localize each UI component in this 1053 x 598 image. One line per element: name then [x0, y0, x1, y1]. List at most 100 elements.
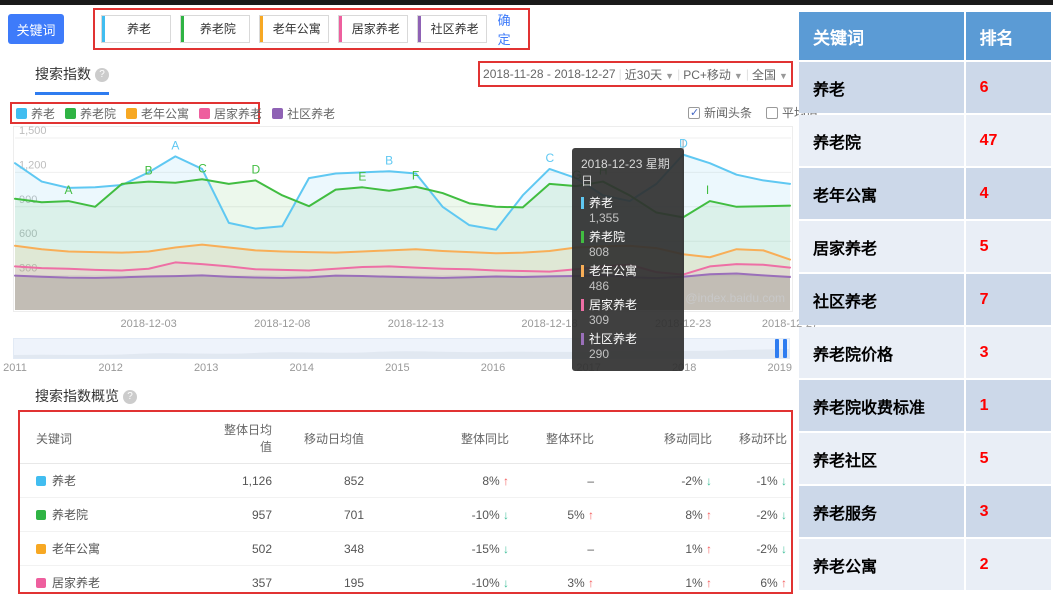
- arrow-down-icon: ↓: [778, 474, 787, 488]
- legend-item[interactable]: 社区养老: [272, 105, 335, 122]
- metric-cell: 5% ↑: [513, 498, 598, 532]
- tooltip-color-bar: [581, 299, 584, 311]
- legend-item[interactable]: 老年公寓: [126, 105, 189, 122]
- svg-text:E: E: [358, 169, 366, 183]
- date-range[interactable]: 2018-11-28 - 2018-12-27: [483, 67, 616, 81]
- checkbox-unchecked-icon[interactable]: [766, 107, 778, 119]
- arrow-down-icon: ↓: [500, 508, 509, 522]
- keyword-input-value: 老年公寓: [273, 22, 321, 36]
- keyword-color-bar: [260, 16, 263, 42]
- keyword-input[interactable]: 养老院: [180, 15, 250, 43]
- rank-keyword: 老年公寓: [799, 168, 964, 219]
- tab-search-index[interactable]: 搜索指数?: [35, 64, 109, 95]
- overview-table: 关键词整体日均值移动日均值整体同比整体环比移动同比移动环比 养老1,126852…: [20, 412, 791, 598]
- checkbox-checked-icon[interactable]: [688, 107, 700, 119]
- checkbox-label: 新闻头条: [704, 104, 752, 121]
- keyword-input-value: 养老院: [200, 22, 236, 36]
- svg-text:F: F: [412, 169, 419, 183]
- metric-cell: -1% ↓: [716, 464, 791, 498]
- legend-label: 社区养老: [287, 105, 335, 122]
- svg-text:C: C: [198, 161, 207, 175]
- column-header: 整体环比: [513, 412, 598, 464]
- device-select[interactable]: PC+移动▼: [683, 66, 743, 83]
- row-color-swatch: [36, 578, 46, 588]
- table-row[interactable]: 养老院957701-10% ↓5% ↑8% ↑-2% ↓: [20, 498, 791, 532]
- tooltip-name-text: 社区养老: [589, 330, 637, 347]
- arrow-up-icon: ↑: [500, 474, 509, 488]
- legend-item[interactable]: 居家养老: [199, 105, 262, 122]
- arrow-down-icon: ↓: [500, 576, 509, 590]
- period-select[interactable]: 近30天▼: [625, 66, 674, 83]
- column-header: 关键词: [20, 412, 210, 464]
- table-row[interactable]: 养老1,1268528% ↑–-2% ↓-1% ↓: [20, 464, 791, 498]
- keyword-button[interactable]: 关键词: [8, 14, 64, 44]
- column-header: 移动同比: [598, 412, 716, 464]
- metric-cell: –: [513, 532, 598, 566]
- chevron-down-icon: ▼: [779, 71, 788, 81]
- metric-cell: -2% ↓: [598, 464, 716, 498]
- svg-text:1,500: 1,500: [19, 126, 47, 137]
- tooltip-date: 2018-12-23 星期日: [581, 155, 675, 189]
- help-icon[interactable]: ?: [95, 68, 109, 82]
- rank-row: 养老6: [799, 62, 1051, 113]
- tooltip-item: 社区养老290: [581, 330, 675, 361]
- rank-value: 47: [966, 115, 1051, 166]
- table-row[interactable]: 居家养老357195-10% ↓3% ↑1% ↑6% ↑: [20, 566, 791, 598]
- keyword-color-bar: [181, 16, 184, 42]
- keyword-color-bar: [339, 16, 342, 42]
- tooltip-item: 养老院808: [581, 228, 675, 259]
- tooltip-value: 309: [581, 313, 675, 327]
- keyword-input[interactable]: 社区养老: [417, 15, 487, 43]
- timeline-year-label: 2013: [186, 362, 226, 374]
- arrow-up-icon: ↑: [703, 508, 712, 522]
- legend-label: 老年公寓: [141, 105, 189, 122]
- legend-swatch: [272, 108, 283, 119]
- option-checkbox-news[interactable]: 新闻头条: [688, 104, 752, 121]
- row-keyword-cell: 养老院: [20, 498, 210, 532]
- svg-text:A: A: [171, 138, 179, 152]
- rank-row: 居家养老5: [799, 221, 1051, 272]
- svg-text:B: B: [385, 153, 393, 167]
- chart-tooltip: 2018-12-23 星期日 养老1,355养老院808老年公寓486居家养老3…: [572, 148, 684, 371]
- keyword-input[interactable]: 老年公寓: [259, 15, 329, 43]
- row-keyword-label: 养老: [52, 472, 76, 489]
- row-color-swatch: [36, 476, 46, 486]
- keyword-input[interactable]: 养老: [101, 15, 171, 43]
- rank-value: 3: [966, 486, 1051, 537]
- rank-keyword: 养老院: [799, 115, 964, 166]
- arrow-up-icon: ↑: [585, 508, 594, 522]
- slider-handle-left[interactable]: [775, 339, 779, 358]
- timeline-year-label: 2012: [91, 362, 131, 374]
- rank-value: 5: [966, 433, 1051, 484]
- x-axis-label: 2018-12-13: [376, 318, 456, 330]
- metric-cell: 357: [210, 566, 276, 598]
- rank-keyword: 养老院收费标准: [799, 380, 964, 431]
- rank-keyword: 社区养老: [799, 274, 964, 325]
- overview-section-title: 搜索指数概览?: [35, 386, 137, 406]
- metric-cell: 957: [210, 498, 276, 532]
- legend-item[interactable]: 养老院: [65, 105, 116, 122]
- row-keyword-cell: 老年公寓: [20, 532, 210, 566]
- rank-keyword: 养老: [799, 62, 964, 113]
- metric-cell: 8% ↑: [368, 464, 513, 498]
- keyword-input[interactable]: 居家养老: [338, 15, 408, 43]
- column-header: 移动日均值: [276, 412, 368, 464]
- metric-cell: 195: [276, 566, 368, 598]
- tooltip-color-bar: [581, 333, 584, 345]
- region-select[interactable]: 全国▼: [752, 66, 788, 83]
- table-row[interactable]: 老年公寓502348-15% ↓–1% ↑-2% ↓: [20, 532, 791, 566]
- metric-cell: 3% ↑: [513, 566, 598, 598]
- tooltip-name-text: 养老院: [589, 228, 625, 245]
- arrow-up-icon: ↑: [703, 542, 712, 556]
- rank-value: 2: [966, 539, 1051, 590]
- tooltip-series-name: 老年公寓: [581, 262, 675, 279]
- help-icon[interactable]: ?: [123, 390, 137, 404]
- timeline-year-label: 2015: [377, 362, 417, 374]
- keyword-color-bar: [102, 16, 105, 42]
- row-color-swatch: [36, 544, 46, 554]
- confirm-link[interactable]: 确定: [498, 10, 522, 48]
- rank-keyword: 养老社区: [799, 433, 964, 484]
- slider-handle-right[interactable]: [783, 339, 787, 358]
- legend-item[interactable]: 养老: [16, 105, 55, 122]
- metric-cell: 1,126: [210, 464, 276, 498]
